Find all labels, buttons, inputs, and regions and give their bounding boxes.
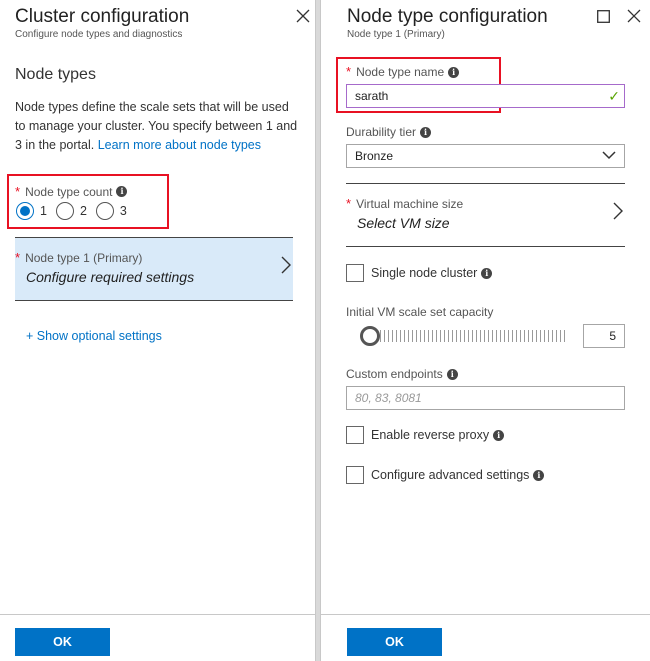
custom-endpoints-input[interactable]: 80, 83, 8081 <box>346 386 625 410</box>
learn-more-link[interactable]: Learn more about node types <box>98 138 261 152</box>
radio-option-2[interactable]: 2 <box>55 202 87 220</box>
close-icon[interactable] <box>294 7 312 25</box>
footer-divider <box>0 614 315 615</box>
node-type-count-radio-group: 1 2 3 <box>16 202 136 220</box>
ok-button[interactable]: OK <box>15 628 110 656</box>
info-icon[interactable]: i <box>493 429 505 441</box>
info-icon[interactable]: i <box>420 127 432 139</box>
chevron-right-icon <box>613 202 623 226</box>
radio-checked[interactable] <box>16 202 34 220</box>
durability-tier-select[interactable]: Bronze <box>346 144 625 168</box>
enable-reverse-proxy-checkbox[interactable]: Enable reverse proxy i <box>346 426 505 444</box>
node-type-1-label: * Node type 1 (Primary) <box>15 250 143 265</box>
checkbox[interactable] <box>346 426 364 444</box>
configure-advanced-settings-checkbox[interactable]: Configure advanced settings i <box>346 466 545 484</box>
capacity-slider-track[interactable] <box>364 330 566 342</box>
checkbox[interactable] <box>346 466 364 484</box>
custom-endpoints-label: Custom endpoints i <box>346 367 458 381</box>
chevron-right-icon <box>281 256 291 280</box>
info-icon[interactable]: i <box>533 469 545 481</box>
info-icon[interactable]: i <box>448 67 460 79</box>
initial-capacity-label: Initial VM scale set capacity <box>346 305 494 319</box>
show-optional-settings-link[interactable]: + Show optional settings <box>26 329 162 343</box>
info-icon[interactable]: i <box>446 369 458 381</box>
radio-option-1[interactable]: 1 <box>16 202 47 220</box>
blade-subtitle: Configure node types and diagnostics <box>15 29 183 40</box>
footer-divider <box>321 614 650 615</box>
vm-size-selector[interactable]: * Virtual machine size Select VM size <box>346 183 625 247</box>
info-icon[interactable]: i <box>481 267 493 279</box>
close-icon[interactable] <box>625 7 643 25</box>
checkbox[interactable] <box>346 264 364 282</box>
node-type-count-label: * Node type count i <box>15 183 128 201</box>
info-icon[interactable]: i <box>116 186 128 198</box>
single-node-cluster-checkbox[interactable]: Single node cluster i <box>346 264 493 282</box>
node-type-name-input[interactable]: sarath ✓ <box>346 84 625 108</box>
radio-option-3[interactable]: 3 <box>95 202 127 220</box>
cluster-configuration-blade: Cluster configuration Configure node typ… <box>0 0 316 661</box>
node-type-1-value: Configure required settings <box>26 269 195 285</box>
capacity-slider-thumb[interactable] <box>360 326 380 346</box>
node-type-name-label: * Node type name i <box>346 64 460 79</box>
maximize-icon[interactable] <box>594 7 612 25</box>
blade-title: Node type configuration <box>347 6 548 27</box>
node-types-description: Node types define the scale sets that wi… <box>15 100 298 152</box>
blade-subtitle: Node type 1 (Primary) <box>347 29 445 40</box>
valid-check-icon: ✓ <box>608 88 620 104</box>
node-type-1-item[interactable]: * Node type 1 (Primary) Configure require… <box>15 237 293 301</box>
section-title-node-types: Node types <box>15 66 96 83</box>
radio-unchecked[interactable] <box>55 202 74 220</box>
vm-size-label: * Virtual machine size <box>346 196 464 211</box>
ok-button[interactable]: OK <box>347 628 442 656</box>
capacity-value-input[interactable]: 5 <box>583 324 625 348</box>
radio-unchecked[interactable] <box>95 202 114 220</box>
required-marker: * <box>15 184 21 199</box>
vm-size-value: Select VM size <box>357 215 450 231</box>
chevron-down-icon <box>602 148 616 165</box>
durability-tier-label: Durability tier i <box>346 125 432 139</box>
blade-title: Cluster configuration <box>15 6 190 27</box>
